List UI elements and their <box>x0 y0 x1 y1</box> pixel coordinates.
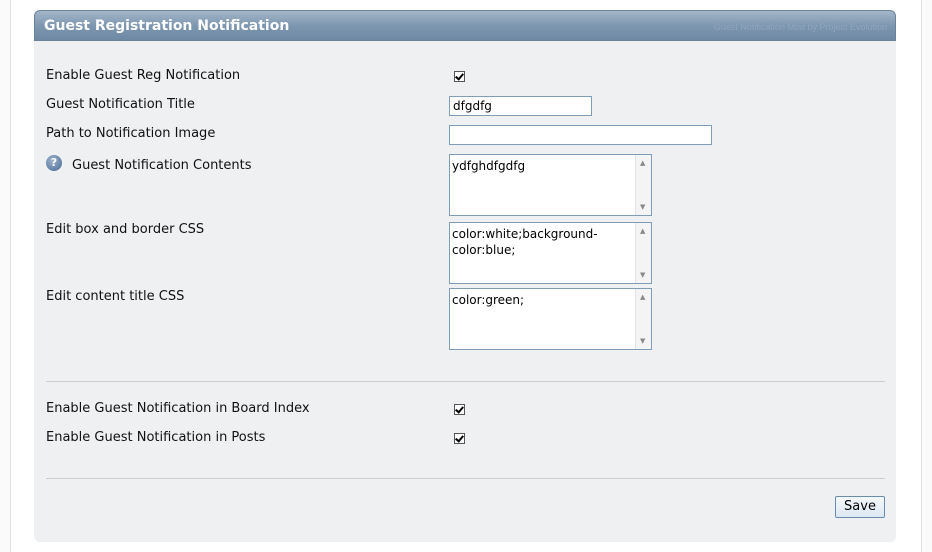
title-css-label: Edit content title CSS <box>46 289 185 304</box>
contents-textarea[interactable]: ydfghdfgdfg ▲ ▼ <box>449 154 652 216</box>
title-input[interactable] <box>449 96 592 116</box>
contents-label: Guest Notification Contents <box>72 158 252 173</box>
scroll-up-icon[interactable]: ▲ <box>640 293 645 301</box>
enable-reg-checkbox[interactable] <box>454 71 465 82</box>
image-path-label: Path to Notification Image <box>46 126 216 141</box>
board-index-label: Enable Guest Notification in Board Index <box>46 401 310 416</box>
panel-body: Enable Guest Reg Notification Guest Noti… <box>34 41 896 542</box>
box-css-textarea[interactable]: color:white;background-color:blue; ▲ ▼ <box>449 222 652 284</box>
help-icon[interactable]: ? <box>46 155 62 171</box>
footer-divider <box>46 478 885 479</box>
save-button[interactable]: Save <box>835 496 885 518</box>
scroll-down-icon[interactable]: ▼ <box>640 203 645 211</box>
scroll-up-icon[interactable]: ▲ <box>640 227 645 235</box>
panel-title: Guest Registration Notification <box>44 18 290 34</box>
contents-text: ydfghdfgdfg <box>452 159 526 173</box>
page-left-edge <box>0 0 11 552</box>
title-css-textarea[interactable]: color:green; ▲ ▼ <box>449 288 652 350</box>
title-label: Guest Notification Title <box>46 97 195 112</box>
guest-notification-panel: Guest Registration Notification Guest No… <box>34 10 896 542</box>
contents-scrollbar[interactable]: ▲ ▼ <box>635 155 651 215</box>
image-path-input[interactable] <box>449 125 712 145</box>
board-index-checkbox[interactable] <box>454 404 465 415</box>
box-css-text: color:white;background-color:blue; <box>452 227 598 257</box>
posts-label: Enable Guest Notification in Posts <box>46 430 266 445</box>
box-css-label: Edit box and border CSS <box>46 222 205 237</box>
scroll-down-icon[interactable]: ▼ <box>640 271 645 279</box>
scroll-up-icon[interactable]: ▲ <box>640 159 645 167</box>
scroll-down-icon[interactable]: ▼ <box>640 337 645 345</box>
page-right-edge <box>921 0 932 552</box>
title-css-text: color:green; <box>452 293 525 307</box>
panel-credit: Guest Notification Mod by Project Evolut… <box>713 22 887 32</box>
enable-reg-label: Enable Guest Reg Notification <box>46 68 241 83</box>
box-css-scrollbar[interactable]: ▲ ▼ <box>635 223 651 283</box>
title-css-scrollbar[interactable]: ▲ ▼ <box>635 289 651 349</box>
panel-header: Guest Registration Notification Guest No… <box>34 10 896 41</box>
posts-checkbox[interactable] <box>454 433 465 444</box>
section-divider <box>46 381 885 382</box>
